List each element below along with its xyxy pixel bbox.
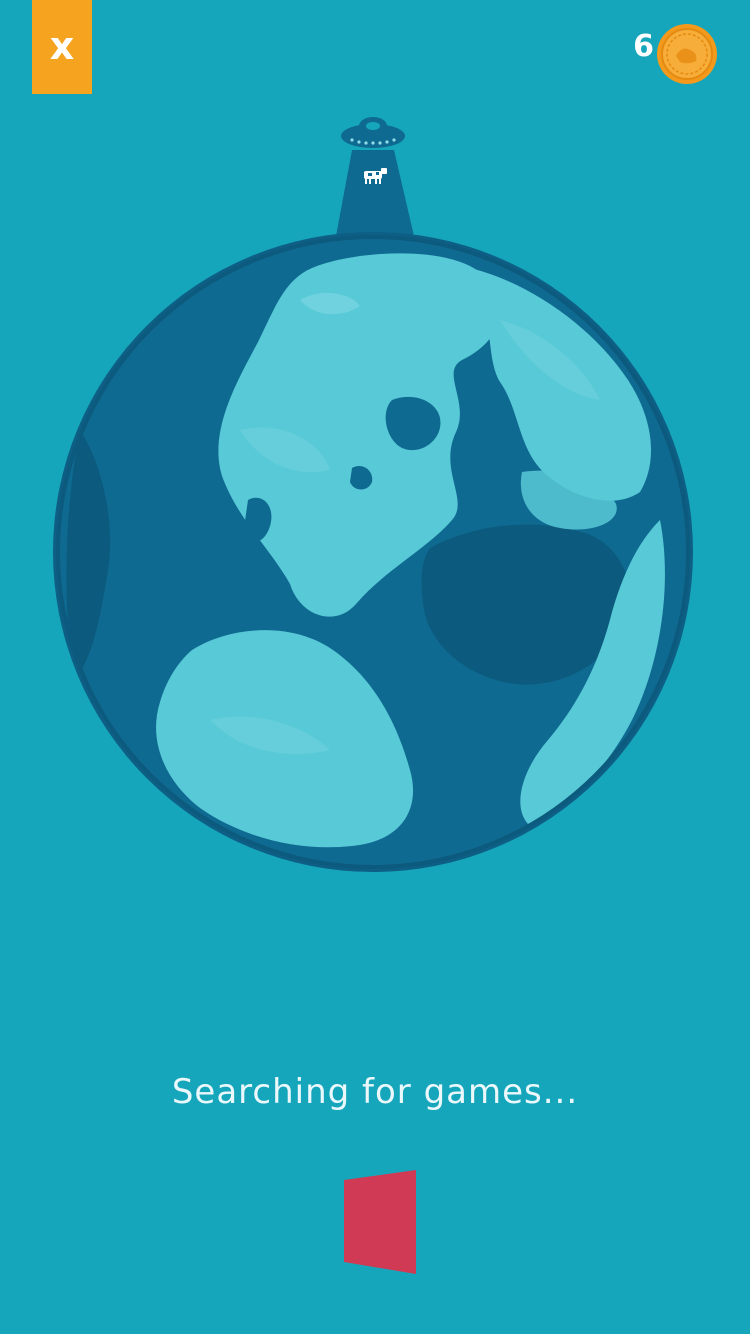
globe-scene [53, 117, 693, 872]
status-message: Searching for games... [171, 1072, 579, 1112]
loading-card-icon [344, 1170, 416, 1274]
globe-icon [53, 232, 693, 872]
